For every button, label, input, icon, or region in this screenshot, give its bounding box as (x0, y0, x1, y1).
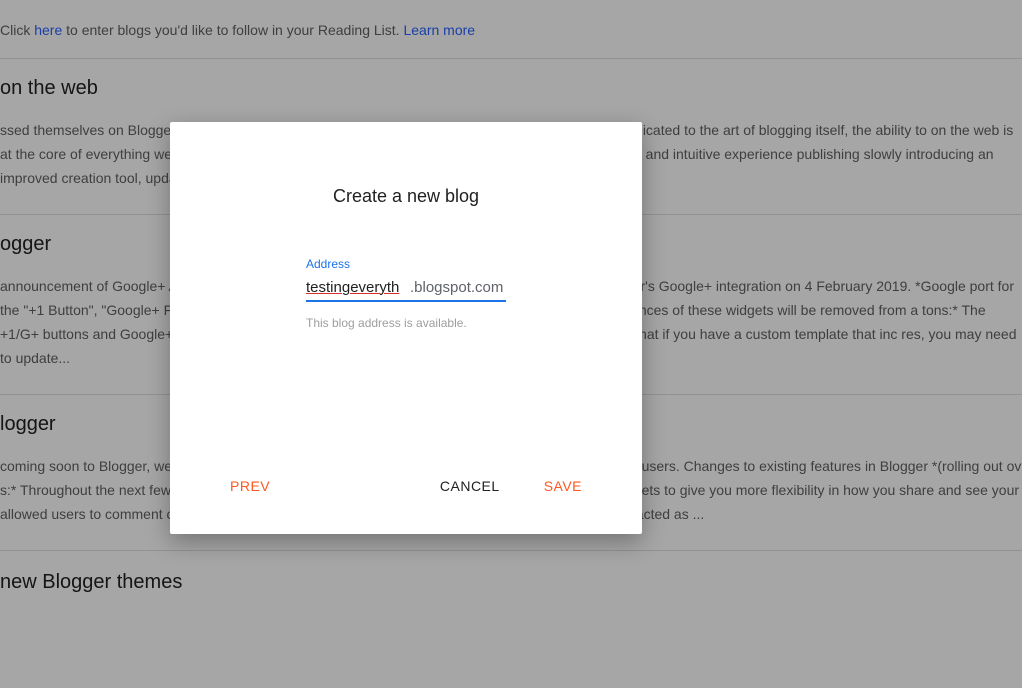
address-helper-text: This blog address is available. (306, 302, 506, 330)
dialog-title: Create a new blog (170, 122, 642, 207)
save-button[interactable]: SAVE (544, 470, 582, 502)
dialog-buttons: PREV CANCEL SAVE (170, 470, 642, 502)
address-suffix: .blogspot.com (410, 279, 503, 296)
address-input[interactable] (306, 279, 410, 296)
prev-button[interactable]: PREV (230, 470, 270, 502)
address-field-block: Address .blogspot.com This blog address … (306, 257, 506, 330)
address-label: Address (306, 257, 506, 279)
cancel-button[interactable]: CANCEL (440, 470, 500, 502)
address-input-row[interactable]: .blogspot.com (306, 279, 506, 302)
create-blog-dialog: Create a new blog Address .blogspot.com … (170, 122, 642, 534)
